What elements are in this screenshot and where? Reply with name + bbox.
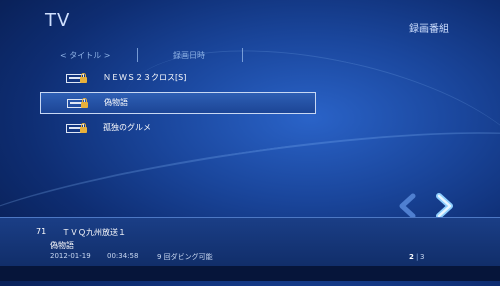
- tab-record-date[interactable]: 録画日時: [173, 50, 205, 61]
- lock-icon: [80, 123, 87, 133]
- chevron-left-icon[interactable]: [395, 193, 421, 219]
- tab-separator: [137, 48, 138, 62]
- page-navigation: [395, 193, 465, 219]
- lock-icon: [80, 73, 87, 83]
- list-item[interactable]: ＮＥＷＳ２３クロス[S]: [40, 68, 316, 90]
- recording-duration: 00:34:58: [107, 252, 139, 260]
- recording-date: 2012-01-19: [50, 252, 91, 260]
- tab-separator: [242, 48, 243, 62]
- dubbing-info: 9 回ダビング可能: [157, 253, 213, 261]
- app-title: TV: [45, 10, 71, 31]
- page-current: 2: [409, 253, 414, 261]
- list-item[interactable]: 孤独のグルメ: [40, 118, 316, 140]
- page-total: 3: [420, 253, 425, 261]
- sort-tabs: < タイトル > 録画日時: [58, 48, 278, 64]
- program-info-bar: 71 ＴＶＱ九州放送１ 偽物語 2012-01-19 00:34:58 9 回ダ…: [0, 217, 500, 267]
- bottom-strip: [0, 266, 500, 281]
- channel-number: 71: [36, 227, 47, 236]
- recording-title: 孤独のグルメ: [103, 123, 151, 132]
- page-divider: |: [416, 253, 419, 261]
- program-title: 偽物語: [50, 241, 74, 250]
- recording-title: ＮＥＷＳ２３クロス[S]: [103, 73, 187, 82]
- section-title: 録画番組: [409, 24, 449, 35]
- recording-title: 偽物語: [104, 98, 128, 107]
- channel-name: ＴＶＱ九州放送１: [62, 228, 126, 237]
- tab-title[interactable]: < タイトル >: [60, 50, 111, 61]
- list-item-selected[interactable]: 偽物語: [40, 92, 316, 114]
- lock-icon: [81, 98, 88, 108]
- chevron-right-icon[interactable]: [431, 193, 457, 219]
